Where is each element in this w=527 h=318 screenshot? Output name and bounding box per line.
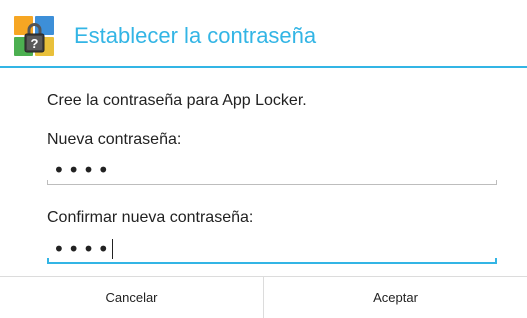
new-password-label: Nueva contraseña: bbox=[47, 131, 182, 148]
dialog-button-bar: Cancelar Aceptar bbox=[0, 276, 527, 318]
confirm-password-underline bbox=[47, 258, 497, 264]
app-locker-lock-icon: ? bbox=[14, 16, 54, 56]
new-password-underline bbox=[47, 180, 497, 185]
dialog-message: Cree la contraseña para App Locker. bbox=[47, 92, 307, 109]
confirm-password-value: •••• bbox=[53, 237, 113, 261]
cancel-button[interactable]: Cancelar bbox=[0, 277, 264, 318]
new-password-field[interactable]: •••• bbox=[47, 157, 497, 185]
dialog-titlebar: ? Establecer la contraseña bbox=[0, 0, 527, 68]
password-dialog: ? Establecer la contraseña Cree la contr… bbox=[0, 0, 527, 318]
accept-button[interactable]: Aceptar bbox=[264, 277, 527, 318]
confirm-password-label: Confirmar nueva contraseña: bbox=[47, 209, 254, 226]
text-cursor bbox=[112, 239, 114, 259]
svg-text:?: ? bbox=[31, 36, 39, 51]
confirm-password-field[interactable]: •••• bbox=[47, 236, 497, 264]
confirm-password-input-text: •••• bbox=[53, 237, 114, 261]
dialog-title: Establecer la contraseña bbox=[74, 23, 317, 48]
new-password-value: •••• bbox=[53, 158, 113, 182]
